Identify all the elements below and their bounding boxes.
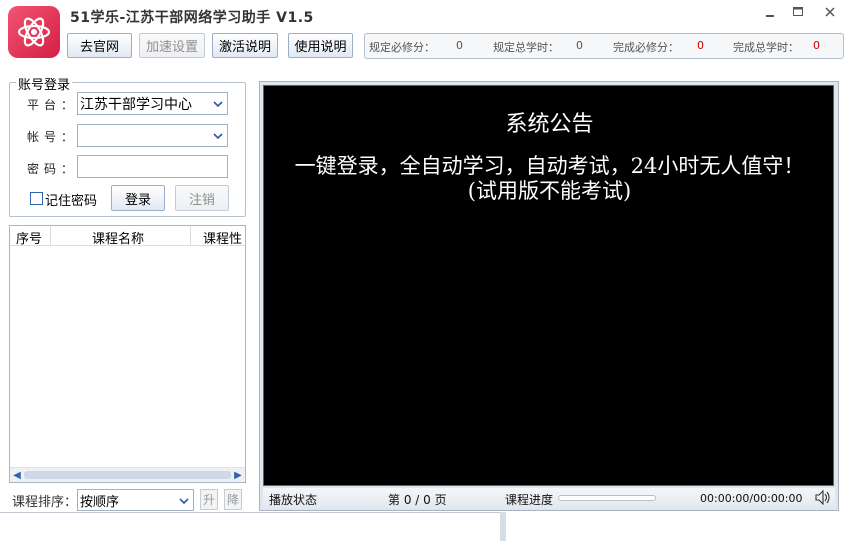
app-logo xyxy=(8,6,60,58)
password-label: 密码： xyxy=(27,162,79,176)
login-group-title: 账号登录 xyxy=(16,74,73,93)
time-display: 00:00:00/00:00:00 xyxy=(700,492,803,505)
sort-select-value: 按顺序 xyxy=(80,494,120,510)
player-status-bar: 播放状态 第 0 / 0 页 课程进度 00:00:00/00:00:00 xyxy=(263,488,835,508)
required-hours-label: 规定总学时： xyxy=(493,41,559,54)
column-header-course-name[interactable]: 课程名称 xyxy=(51,226,191,246)
volume-icon xyxy=(815,489,830,506)
scrollbar-thumb[interactable] xyxy=(24,471,231,479)
horizontal-scrollbar[interactable]: ◀ ▶ xyxy=(10,467,245,482)
scroll-right-icon[interactable]: ▶ xyxy=(232,468,244,482)
done-credits-value: 0 xyxy=(697,39,704,52)
required-credits-label: 规定必修分： xyxy=(369,41,435,54)
logout-button[interactable]: 注销 xyxy=(175,185,229,211)
play-status-label: 播放状态 xyxy=(269,493,318,507)
app-window: 51学乐-江苏干部网络学习助手 V1.5 去官网 加速设置 激活说明 使用说明 … xyxy=(0,0,852,541)
minimize-icon xyxy=(766,15,774,17)
close-button[interactable] xyxy=(816,2,844,22)
remember-password-checkbox[interactable] xyxy=(30,192,43,205)
required-credits-value: 0 xyxy=(456,39,463,52)
account-label: 帐号： xyxy=(27,130,79,144)
announcement-title: 系统公告 xyxy=(505,112,594,137)
done-hours-label: 完成总学时： xyxy=(733,41,799,54)
activation-help-button[interactable]: 激活说明 xyxy=(212,33,278,58)
chevron-down-icon xyxy=(212,96,224,111)
progress-label: 课程进度 xyxy=(505,493,554,507)
platform-select[interactable]: 江苏干部学习中心 xyxy=(77,92,228,115)
maximize-button[interactable] xyxy=(784,2,812,22)
platform-label: 平台： xyxy=(27,98,79,112)
sort-ascending-button[interactable]: 升 xyxy=(200,489,218,510)
maximize-icon xyxy=(793,7,803,16)
column-header-course-type[interactable]: 课程性 xyxy=(191,226,245,246)
remember-password-label[interactable]: 记住密码 xyxy=(45,190,97,209)
usage-help-button[interactable]: 使用说明 xyxy=(288,33,353,58)
chevron-down-icon xyxy=(178,493,190,508)
course-list[interactable]: 序号 课程名称 课程性 ◀ ▶ xyxy=(9,225,246,483)
page-info: 第 0 / 0 页 xyxy=(388,493,447,507)
progress-bar[interactable] xyxy=(558,495,656,501)
chevron-down-icon xyxy=(212,128,224,143)
window-title: 51学乐-江苏干部网络学习助手 V1.5 xyxy=(70,10,314,26)
speaker-icon[interactable] xyxy=(815,489,831,508)
login-button[interactable]: 登录 xyxy=(111,185,165,211)
platform-select-value: 江苏干部学习中心 xyxy=(80,96,192,113)
announcement-panel: 系统公告 一键登录，全自动学习，自动考试，24小时无人值守！(试用版不能考试) xyxy=(263,85,834,486)
sort-select[interactable]: 按顺序 xyxy=(77,489,194,511)
sort-label: 课程排序： xyxy=(12,495,78,510)
sort-descending-button[interactable]: 降 xyxy=(224,489,242,510)
close-icon xyxy=(825,7,835,17)
done-credits-label: 完成必修分： xyxy=(613,41,679,54)
column-header-index[interactable]: 序号 xyxy=(10,226,51,246)
speed-settings-button[interactable]: 加速设置 xyxy=(139,33,205,58)
background-window-edge xyxy=(0,512,506,541)
minimize-button[interactable] xyxy=(756,2,784,22)
password-field[interactable] xyxy=(77,155,228,178)
stats-panel: 规定必修分： 0 规定总学时： 0 完成必修分： 0 完成总学时： 0 xyxy=(364,33,844,59)
background-window-border xyxy=(500,512,506,541)
account-combo[interactable] xyxy=(77,124,228,147)
scroll-left-icon[interactable]: ◀ xyxy=(11,468,23,482)
done-hours-value: 0 xyxy=(813,39,820,52)
official-site-button[interactable]: 去官网 xyxy=(67,33,132,58)
atom-icon xyxy=(17,17,51,47)
required-hours-value: 0 xyxy=(576,39,583,52)
announcement-body: 一键登录，全自动学习，自动考试，24小时无人值守！(试用版不能考试) xyxy=(294,154,805,203)
